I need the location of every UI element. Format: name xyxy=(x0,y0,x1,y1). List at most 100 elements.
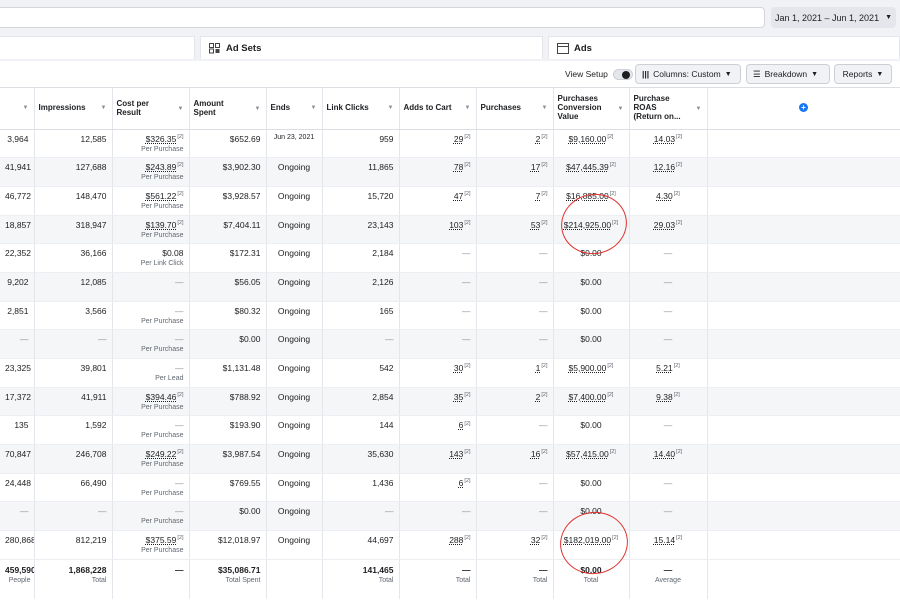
adds-to-cart-cell: 35[2] xyxy=(399,387,477,417)
table-row[interactable]: 280,868 812,219 $375.59[2] Per Purchase $12,… xyxy=(0,530,900,560)
roas-cell: 29.03[2] xyxy=(629,215,708,245)
empty-cell xyxy=(707,215,900,245)
tab-campaigns[interactable] xyxy=(0,36,195,59)
column-header-purchases-conversion-value[interactable]: Purchases Conversion Value ▼ xyxy=(553,87,630,130)
empty-cell xyxy=(707,129,900,159)
link-clicks-cell: 2,126 xyxy=(322,272,400,302)
roas-cell: — xyxy=(629,501,708,532)
date-range-label: Jan 1, 2021 – Jun 1, 2021 xyxy=(774,12,880,23)
adds-to-cart-cell: — xyxy=(399,501,477,532)
empty-cell xyxy=(707,358,900,388)
adds-to-cart-cell: 29[2] xyxy=(399,129,477,159)
view-setup-toggle[interactable] xyxy=(612,68,633,80)
adds-to-cart-cell: 6[2] xyxy=(399,415,477,446)
empty-cell xyxy=(707,329,900,359)
table-row[interactable]: 2,851 3,566— Per Purchase $80.32 Ongoing 165—… xyxy=(0,301,900,331)
table-header-row: ▼ Impressions ▼ Cost per Result ▼ Amount S… xyxy=(0,87,900,130)
conversion-value-cell: $0.00 xyxy=(553,272,630,302)
column-header-cost-per-result[interactable]: Cost per Result ▼ xyxy=(112,87,190,130)
reach-cell: 17,372 xyxy=(0,387,35,417)
sort-icon[interactable]: ▼ xyxy=(255,105,261,114)
roas-cell: 14.03[2] xyxy=(629,129,708,159)
amount-spent-cell: $652.69 xyxy=(189,129,267,159)
tab-ads-label: Ads xyxy=(574,42,592,54)
column-header-amount-spent[interactable]: Amount Spent ▼ xyxy=(189,87,267,130)
cost-per-result-cell: $139.70[2] Per Purchase xyxy=(112,215,190,245)
amount-spent-cell: $80.32 xyxy=(189,301,267,331)
table-row[interactable]: 17,372 41,911 $394.46[2] Per Purchase $788.9… xyxy=(0,387,900,417)
column-header-adds-to-cart[interactable]: Adds to Cart ▼ xyxy=(399,87,477,130)
impressions-cell: — xyxy=(34,329,113,359)
sort-icon[interactable]: ▼ xyxy=(696,105,702,114)
roas-cell: — xyxy=(629,243,708,273)
cost-per-result-cell: $249.22[2] Per Purchase xyxy=(112,444,190,474)
toolbar: View Setup ||| Columns: Custom ▼ ☰ Break… xyxy=(0,61,900,88)
purchases-cell: 1[2] xyxy=(476,358,554,388)
breakdown-button[interactable]: ☰ Breakdown ▼ xyxy=(746,64,830,84)
ads-table: ▼ Impressions ▼ Cost per Result ▼ Amount S… xyxy=(0,87,900,600)
cost-per-result-cell: $561.22[2] Per Purchase xyxy=(112,186,190,216)
reach-cell: 135 xyxy=(0,415,35,446)
column-header-purchases[interactable]: Purchases ▼ xyxy=(476,87,554,130)
roas-cell: 4.30[2] xyxy=(629,186,708,216)
purchases-cell: 2[2] xyxy=(476,387,554,417)
tab-ad-sets[interactable]: Ad Sets xyxy=(200,36,543,59)
view-setup-control[interactable]: View Setup xyxy=(565,64,633,84)
table-row[interactable]: 46,772 148,470 $561.22[2] Per Purchase $3,92… xyxy=(0,186,900,216)
link-clicks-cell: 1,436 xyxy=(322,473,400,503)
search-bar[interactable] xyxy=(0,7,765,28)
amount-spent-cell: $172.31 xyxy=(189,243,267,273)
amount-spent-cell: $769.55 xyxy=(189,473,267,503)
table-row[interactable]: 41,941 127,688 $243.89[2] Per Purchase $3,90… xyxy=(0,157,900,187)
sort-icon[interactable]: ▼ xyxy=(388,105,394,111)
table-row[interactable]: 3,964 12,585 $326.35[2] Per Purchase $652.69… xyxy=(0,129,900,159)
cost-per-result-cell: — Per Lead xyxy=(112,358,190,388)
purchases-cell: 32[2] xyxy=(476,530,554,560)
roas-cell: — xyxy=(629,415,708,446)
sort-icon[interactable]: ▼ xyxy=(618,105,624,114)
table-row[interactable]: 18,857 318,947 $139.70[2] Per Purchase $7,40… xyxy=(0,215,900,245)
sort-icon[interactable]: ▼ xyxy=(101,105,107,111)
column-header-ends[interactable]: Ends ▼ xyxy=(266,87,323,130)
sort-icon[interactable]: ▼ xyxy=(542,105,548,111)
empty-cell xyxy=(707,387,900,417)
ends-cell: Ongoing xyxy=(266,186,323,216)
sort-icon[interactable]: ▼ xyxy=(311,105,317,111)
column-header-link-clicks[interactable]: Link Clicks ▼ xyxy=(322,87,400,130)
date-range-picker[interactable]: Jan 1, 2021 – Jun 1, 2021 ▼ xyxy=(771,7,896,28)
column-header-purchase-roas[interactable]: Purchase ROAS (Return on... ▼ xyxy=(629,87,708,130)
total-impressions: 1,868,228 Total xyxy=(34,558,113,600)
sort-icon[interactable]: ▼ xyxy=(465,105,471,111)
column-header-impressions[interactable]: Impressions ▼ xyxy=(34,87,113,130)
ends-cell: Ongoing xyxy=(266,530,323,560)
table-row[interactable]: 135 1,592— Per Purchase $193.90 Ongoing 144 6[… xyxy=(0,415,900,446)
cost-per-result-cell: $375.59[2] Per Purchase xyxy=(112,530,190,560)
column-header-reach[interactable]: ▼ xyxy=(0,87,35,130)
total-purchases: — Total xyxy=(476,558,554,600)
columns-button[interactable]: ||| Columns: Custom ▼ xyxy=(635,64,741,84)
table-row[interactable]: 24,448 66,490— Per Purchase $769.55 Ongoing 1… xyxy=(0,473,900,503)
table-row[interactable]: — — — Per Purchase $0.00 Ongoing — — — $0.00— xyxy=(0,329,900,359)
roas-cell: — xyxy=(629,301,708,331)
table-row[interactable]: 70,847 246,708 $249.22[2] Per Purchase $3,98… xyxy=(0,444,900,474)
add-column-icon[interactable]: + xyxy=(799,103,808,113)
tab-ads[interactable]: Ads xyxy=(548,36,900,59)
table-row[interactable]: 23,325 39,801— Per Lead $1,131.48 Ongoing 542… xyxy=(0,358,900,388)
cost-per-result-cell: — Per Purchase xyxy=(112,501,190,532)
sort-icon[interactable]: ▼ xyxy=(178,105,184,114)
table-row[interactable]: 22,352 36,166 $0.08 Per Link Click $172.31 On… xyxy=(0,243,900,273)
empty-cell xyxy=(707,444,900,474)
roas-cell: — xyxy=(629,473,708,503)
sort-icon[interactable]: ▼ xyxy=(23,105,29,111)
link-clicks-cell: — xyxy=(322,501,400,532)
link-clicks-cell: — xyxy=(322,329,400,359)
view-setup-label: View Setup xyxy=(565,69,608,79)
reports-button[interactable]: Reports ▼ xyxy=(834,64,892,84)
amount-spent-cell: $1,131.48 xyxy=(189,358,267,388)
purchases-cell: — xyxy=(476,501,554,532)
table-row[interactable]: — — — Per Purchase $0.00 Ongoing — — — $0.00— xyxy=(0,501,900,532)
ends-cell: Ongoing xyxy=(266,444,323,474)
table-row[interactable]: 9,202 12,085— $56.05 Ongoing 2,126— — $0.00— xyxy=(0,272,900,302)
cost-per-result-cell: $0.08 Per Link Click xyxy=(112,243,190,273)
ends-cell: Ongoing xyxy=(266,387,323,417)
